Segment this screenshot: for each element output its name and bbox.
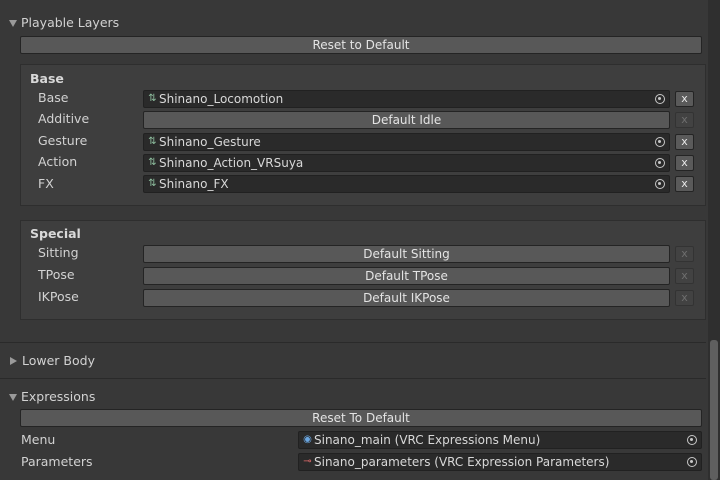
fx-controller-value: Shinano_FX [159, 177, 229, 191]
clear-action-button[interactable]: x [675, 155, 694, 171]
clear-additive-button: x [675, 112, 694, 128]
scrollbar-thumb[interactable] [710, 340, 718, 480]
reset-expressions-button[interactable]: Reset To Default [20, 409, 702, 427]
clear-tpose-button: x [675, 268, 694, 284]
action-controller-value: Shinano_Action_VRSuya [159, 156, 304, 170]
object-picker-icon[interactable] [651, 91, 669, 107]
section-divider [0, 342, 706, 343]
base-controller-field[interactable]: ⇅ Shinano_Locomotion [143, 90, 670, 108]
clear-sitting-button: x [675, 246, 694, 262]
clear-ikpose-button: x [675, 290, 694, 306]
expression-parameters-value: Sinano_parameters (VRC Expression Parame… [314, 455, 610, 469]
layer-label-ikpose: IKPose [38, 289, 79, 304]
clear-gesture-button[interactable]: x [675, 134, 694, 150]
object-picker-icon[interactable] [651, 134, 669, 150]
base-header: Base [30, 71, 64, 86]
clear-fx-button[interactable]: x [675, 176, 694, 192]
expression-parameters-field[interactable]: ⊸ Sinano_parameters (VRC Expression Para… [298, 453, 702, 471]
parameters-label: Parameters [21, 454, 93, 469]
layer-label-additive: Additive [38, 111, 90, 126]
base-controller-value: Shinano_Locomotion [159, 92, 284, 106]
object-picker-icon[interactable] [651, 155, 669, 171]
layer-label-tpose: TPose [38, 267, 75, 282]
expressions-menu-value: Sinano_main (VRC Expressions Menu) [314, 433, 541, 447]
expression-parameters-icon: ⊸ [303, 456, 312, 467]
expressions-menu-icon: ◉ [303, 434, 312, 445]
action-controller-field[interactable]: ⇅ Shinano_Action_VRSuya [143, 154, 670, 172]
playable-layers-foldout[interactable]: Playable Layers [9, 14, 119, 32]
animator-controller-icon: ⇅ [148, 157, 157, 168]
special-header: Special [30, 226, 81, 241]
clear-base-button[interactable]: x [675, 91, 694, 107]
sitting-default-button[interactable]: Default Sitting [143, 245, 670, 263]
foldout-expanded-icon [9, 393, 17, 401]
object-picker-icon[interactable] [683, 454, 701, 470]
layer-label-base: Base [38, 90, 69, 105]
menu-label: Menu [21, 432, 56, 447]
ikpose-default-button[interactable]: Default IKPose [143, 289, 670, 307]
tpose-default-button[interactable]: Default TPose [143, 267, 670, 285]
playable-layers-title: Playable Layers [21, 15, 120, 30]
fx-controller-field[interactable]: ⇅ Shinano_FX [143, 175, 670, 193]
expressions-menu-field[interactable]: ◉ Sinano_main (VRC Expressions Menu) [298, 431, 702, 449]
object-picker-icon[interactable] [683, 432, 701, 448]
object-picker-icon[interactable] [651, 176, 669, 192]
lower-body-title: Lower Body [22, 353, 95, 368]
expressions-foldout[interactable]: Expressions [9, 388, 95, 406]
animator-controller-icon: ⇅ [148, 136, 157, 147]
layer-label-action: Action [38, 154, 78, 169]
gesture-controller-field[interactable]: ⇅ Shinano_Gesture [143, 133, 670, 151]
foldout-expanded-icon [9, 19, 17, 27]
foldout-collapsed-icon [10, 357, 17, 365]
layer-label-sitting: Sitting [38, 245, 79, 260]
lower-body-foldout[interactable]: Lower Body [9, 352, 95, 370]
layer-label-gesture: Gesture [38, 133, 88, 148]
animator-controller-icon: ⇅ [148, 93, 157, 104]
section-divider [0, 378, 706, 379]
animator-controller-icon: ⇅ [148, 178, 157, 189]
gesture-controller-value: Shinano_Gesture [159, 135, 261, 149]
additive-default-button[interactable]: Default Idle [143, 111, 670, 129]
reset-playable-layers-button[interactable]: Reset to Default [20, 36, 702, 54]
expressions-title: Expressions [21, 389, 96, 404]
layer-label-fx: FX [38, 176, 54, 191]
